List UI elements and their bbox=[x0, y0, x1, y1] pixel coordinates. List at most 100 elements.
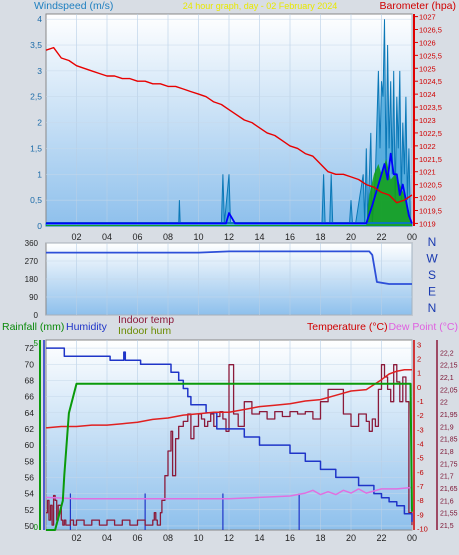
x-tick-label: 04 bbox=[102, 232, 112, 242]
windspeed-tick-label: 2 bbox=[37, 118, 42, 128]
temperature-tick-label: -6 bbox=[417, 468, 424, 477]
indoor-temp-tick-label: 22 bbox=[440, 400, 448, 407]
temperature-tick-label: 0 bbox=[417, 383, 421, 392]
barometer-tick-label: 1026,5 bbox=[419, 26, 442, 35]
humidity-tick-label: 70 bbox=[25, 359, 35, 369]
rain-tick-label: 5 bbox=[34, 339, 39, 348]
compass-label: E bbox=[428, 285, 436, 299]
humidity-tick-label: 64 bbox=[25, 408, 35, 418]
barometer-tick-label: 1024 bbox=[419, 90, 436, 99]
humidity-tick-label: 58 bbox=[25, 456, 35, 466]
barometer-tick-label: 1027 bbox=[419, 13, 436, 22]
x-tick-label: 20 bbox=[346, 232, 356, 242]
barometer-tick-label: 1025 bbox=[419, 64, 436, 73]
indoor-temp-tick-label: 21,7 bbox=[440, 474, 454, 481]
x-tick-label: 08 bbox=[163, 232, 173, 242]
x-tick-label: 18 bbox=[315, 232, 325, 242]
indoor-temp-tick-label: 22,15 bbox=[440, 363, 458, 370]
temperature-label: Temperature (°C) bbox=[307, 321, 388, 333]
indoor-temp-tick-label: 21,5 bbox=[440, 523, 454, 530]
humidity-tick-label: 66 bbox=[25, 392, 35, 402]
humidity-tick-label: 56 bbox=[25, 472, 35, 482]
x-tick-label: 00 bbox=[407, 232, 417, 242]
x-tick-label: 10 bbox=[193, 232, 203, 242]
humidity-tick-label: 62 bbox=[25, 424, 35, 434]
x-tick-label: 18 bbox=[315, 533, 325, 543]
indoor-temp-tick-label: 22,1 bbox=[440, 375, 454, 382]
compass-label: W bbox=[426, 252, 438, 266]
direction-tick-label: 90 bbox=[29, 293, 38, 302]
indoor-temp-tick-label: 21,95 bbox=[440, 412, 458, 419]
direction-tick-label: 270 bbox=[25, 257, 39, 266]
temperature-tick-label: -3 bbox=[417, 425, 424, 434]
x-tick-label: 00 bbox=[407, 533, 417, 543]
chart-title: 24 hour graph, day - 02 February 2024 bbox=[183, 1, 338, 11]
humidity-tick-label: 68 bbox=[25, 375, 35, 385]
windspeed-tick-label: 0 bbox=[37, 221, 42, 231]
x-tick-label: 20 bbox=[346, 533, 356, 543]
temperature-tick-label: -4 bbox=[417, 440, 424, 449]
dew-point-label: Dew Point (°C) bbox=[388, 321, 458, 333]
temperature-tick-label: 1 bbox=[417, 369, 421, 378]
temperature-tick-label: 3 bbox=[417, 340, 421, 349]
indoor-temp-tick-label: 21,9 bbox=[440, 424, 454, 431]
humidity-tick-label: 72 bbox=[25, 343, 35, 353]
x-tick-label: 16 bbox=[285, 232, 295, 242]
windspeed-tick-label: 3 bbox=[37, 66, 42, 76]
barometer-tick-label: 1020 bbox=[419, 194, 436, 203]
compass-label: S bbox=[428, 268, 436, 282]
direction-tick-label: 0 bbox=[34, 311, 39, 320]
barometer-tick-label: 1025,5 bbox=[419, 51, 442, 60]
windspeed-tick-label: 1 bbox=[37, 169, 42, 179]
temperature-tick-label: -2 bbox=[417, 411, 424, 420]
indoor-hum-label: Indoor hum bbox=[118, 325, 171, 337]
indoor-temp-tick-label: 22,2 bbox=[440, 350, 454, 357]
x-tick-label: 02 bbox=[71, 232, 81, 242]
indoor-temp-tick-label: 21,55 bbox=[440, 511, 458, 518]
humidity-label: Humidity bbox=[66, 321, 108, 333]
x-tick-label: 08 bbox=[163, 533, 173, 543]
direction-tick-label: 180 bbox=[25, 275, 39, 284]
x-tick-label: 06 bbox=[132, 533, 142, 543]
x-tick-label: 02 bbox=[71, 533, 81, 543]
compass-label: N bbox=[428, 301, 437, 315]
x-tick-label: 12 bbox=[224, 232, 234, 242]
x-tick-label: 12 bbox=[224, 533, 234, 543]
windspeed-axis-label: Windspeed (m/s) bbox=[34, 0, 113, 12]
barometer-tick-label: 1021 bbox=[419, 168, 436, 177]
indoor-temp-tick-label: 21,6 bbox=[440, 498, 454, 505]
temperature-tick-label: -5 bbox=[417, 454, 424, 463]
temperature-tick-label: -10 bbox=[417, 525, 428, 534]
x-tick-label: 10 bbox=[193, 533, 203, 543]
weather-charts: 0202040406060808101012121414161618182020… bbox=[2, 0, 458, 543]
barometer-axis-label: Barometer (hpa) bbox=[380, 0, 456, 12]
indoor-temp-tick-label: 22,05 bbox=[440, 387, 458, 394]
indoor-temp-tick-label: 21,75 bbox=[440, 461, 458, 468]
humidity-tick-label: 60 bbox=[25, 440, 35, 450]
rainfall-label: Rainfall (mm) bbox=[2, 321, 64, 333]
x-tick-label: 14 bbox=[254, 533, 264, 543]
temperature-tick-label: -7 bbox=[417, 482, 424, 491]
x-tick-label: 22 bbox=[376, 533, 386, 543]
humidity-tick-label: 52 bbox=[25, 505, 35, 515]
indoor-temp-tick-label: 21,85 bbox=[440, 437, 458, 444]
indoor-temp-tick-label: 21,65 bbox=[440, 486, 458, 493]
x-tick-label: 04 bbox=[102, 533, 112, 543]
barometer-tick-label: 1022 bbox=[419, 142, 436, 151]
direction-tick-label: 360 bbox=[25, 239, 39, 248]
indoor-temp-tick-label: 21,8 bbox=[440, 449, 454, 456]
windspeed-tick-label: 3,5 bbox=[30, 40, 42, 50]
x-tick-label: 14 bbox=[254, 232, 264, 242]
weather-graph-window: 02 02 04 04 06 06 08 08 10 10 12 12 14 14 16 16 18 18 20 20… bbox=[0, 0, 459, 555]
windspeed-tick-label: 0,5 bbox=[30, 195, 42, 205]
humidity-tick-label: 54 bbox=[25, 489, 35, 499]
temperature-tick-label: -1 bbox=[417, 397, 424, 406]
windspeed-tick-label: 2,5 bbox=[30, 92, 42, 102]
rain-tick-label: 0 bbox=[34, 523, 39, 532]
humidity-tick-label: 50 bbox=[25, 521, 35, 531]
barometer-tick-label: 1022,5 bbox=[419, 129, 442, 138]
barometer-tick-label: 1019 bbox=[419, 219, 436, 228]
temperature-tick-label: -8 bbox=[417, 496, 424, 505]
barometer-tick-label: 1019,5 bbox=[419, 206, 442, 215]
barometer-tick-label: 1023,5 bbox=[419, 103, 442, 112]
